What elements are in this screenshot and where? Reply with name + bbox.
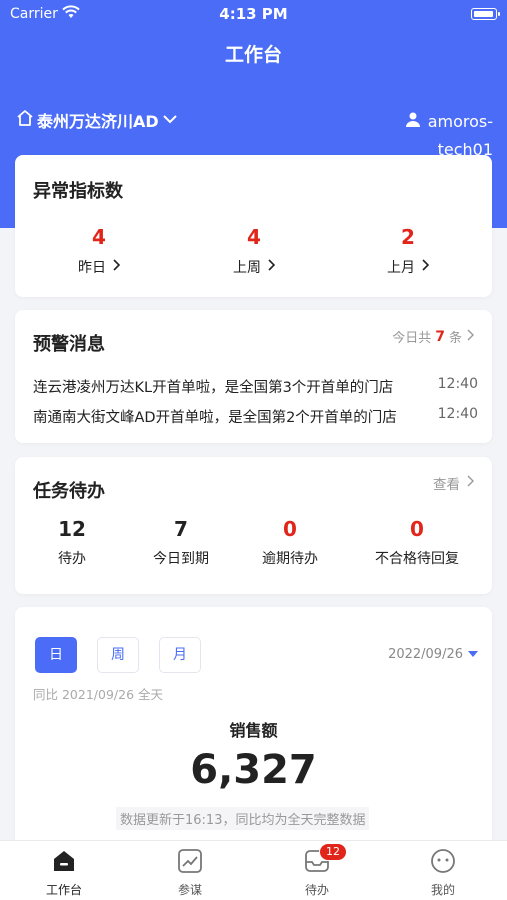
alert-text: 南通南大街文峰AD开首单啦，是全国第2个开首单的门店	[33, 410, 397, 426]
alert-time: 12:40	[437, 376, 478, 392]
user-name-line1: amoros-	[427, 112, 493, 131]
alert-count-suffix: 条	[448, 331, 462, 346]
data-update-note: 数据更新于16:13，同比均为全天完整数据	[116, 807, 370, 830]
store-selector[interactable]: 泰州万达济川AD	[16, 108, 178, 132]
task-pending[interactable]: 12 待办	[12, 517, 132, 568]
task-value: 0	[283, 517, 297, 541]
compare-date-text: 同比 2021/09/26 全天	[33, 687, 163, 702]
selected-date: 2022/09/26	[388, 647, 463, 662]
abnormal-title: 异常指标数	[33, 181, 123, 202]
store-name: 泰州万达济川AD	[37, 112, 159, 131]
period-day-button[interactable]: 日	[35, 637, 77, 673]
task-label: 待办	[58, 551, 86, 567]
metric-name: 销售额	[229, 721, 278, 740]
tab-label: 参谋	[177, 883, 202, 897]
chevron-right-icon	[466, 329, 474, 345]
abnormal-yesterday[interactable]: 4 昨日	[39, 225, 159, 277]
alert-count-number: 7	[435, 328, 445, 345]
face-icon	[430, 848, 456, 878]
abnormal-last-week[interactable]: 4 上周	[194, 225, 314, 277]
user-icon	[405, 108, 420, 136]
alert-time: 12:40	[437, 406, 478, 422]
tab-mine[interactable]: 我的	[403, 849, 483, 898]
home-icon	[51, 848, 77, 878]
abnormal-label: 昨日	[78, 260, 106, 276]
task-label: 不合格待回复	[375, 551, 459, 567]
abnormal-label: 上周	[233, 260, 261, 276]
task-value: 0	[410, 517, 424, 541]
caret-down-icon	[468, 647, 478, 662]
task-value: 12	[58, 517, 86, 541]
status-bar: Carrier 4:13 PM	[0, 0, 507, 28]
abnormal-indicators-card: 异常指标数 4 昨日 4 上周 2 上月	[15, 155, 492, 297]
metric-value: 6,327	[190, 747, 317, 793]
chevron-right-icon	[466, 475, 474, 491]
task-label: 逾期待办	[262, 551, 318, 567]
tab-label: 待办	[304, 883, 329, 897]
abnormal-value: 2	[401, 225, 415, 249]
abnormal-last-month[interactable]: 2 上月	[348, 225, 468, 277]
alert-title: 预警消息	[33, 334, 105, 355]
chevron-right-icon	[112, 259, 121, 275]
todo-badge: 12	[319, 843, 347, 861]
alert-count-prefix: 今日共	[392, 331, 432, 346]
battery-icon	[471, 8, 500, 20]
period-week-button[interactable]: 周	[97, 637, 139, 673]
tasks-view-label: 查看	[433, 477, 460, 493]
abnormal-value: 4	[247, 225, 261, 249]
chart-icon	[177, 848, 203, 878]
alert-count-link[interactable]: 今日共 7 条	[392, 327, 474, 346]
abnormal-value: 4	[92, 225, 106, 249]
tab-label: 我的	[430, 883, 455, 897]
alert-messages-card: 预警消息 今日共 7 条 连云港凌州万达KL开首单啦，是全国第3个开首单的门店 …	[15, 310, 492, 443]
task-due-today[interactable]: 7 今日到期	[121, 517, 241, 568]
tasks-view-link[interactable]: 查看	[433, 473, 474, 493]
chevron-right-icon	[421, 259, 430, 275]
task-unqualified-reply[interactable]: 0 不合格待回复	[357, 517, 477, 568]
sales-card: 日 周 月 2022/09/26 同比 2021/09/26 全天 销售额 6,…	[15, 607, 492, 847]
tab-advisor[interactable]: 参谋	[150, 849, 230, 898]
date-picker[interactable]: 2022/09/26	[388, 647, 478, 662]
page-title: 工作台	[224, 44, 282, 66]
alert-text: 连云港凌州万达KL开首单啦，是全国第3个开首单的门店	[33, 380, 394, 396]
tasks-card: 任务待办 查看 12 待办 7 今日到期 0 逾期待办 0 不合格待回复	[15, 457, 492, 594]
home-outline-icon	[16, 109, 34, 131]
status-time: 4:13 PM	[219, 5, 288, 23]
tab-workbench[interactable]: 工作台	[24, 849, 104, 898]
tab-todo[interactable]: 12 待办	[277, 843, 357, 898]
bottom-tab-bar: 工作台 参谋 12 待办 我的	[0, 840, 507, 900]
task-label: 今日到期	[153, 551, 209, 567]
abnormal-label: 上月	[387, 260, 415, 276]
period-month-button[interactable]: 月	[159, 637, 201, 673]
chevron-right-icon	[267, 259, 276, 275]
tab-label: 工作台	[45, 883, 82, 897]
task-overdue[interactable]: 0 逾期待办	[230, 517, 350, 568]
task-value: 7	[174, 517, 188, 541]
tasks-title: 任务待办	[33, 481, 105, 502]
chevron-down-icon	[162, 111, 178, 130]
